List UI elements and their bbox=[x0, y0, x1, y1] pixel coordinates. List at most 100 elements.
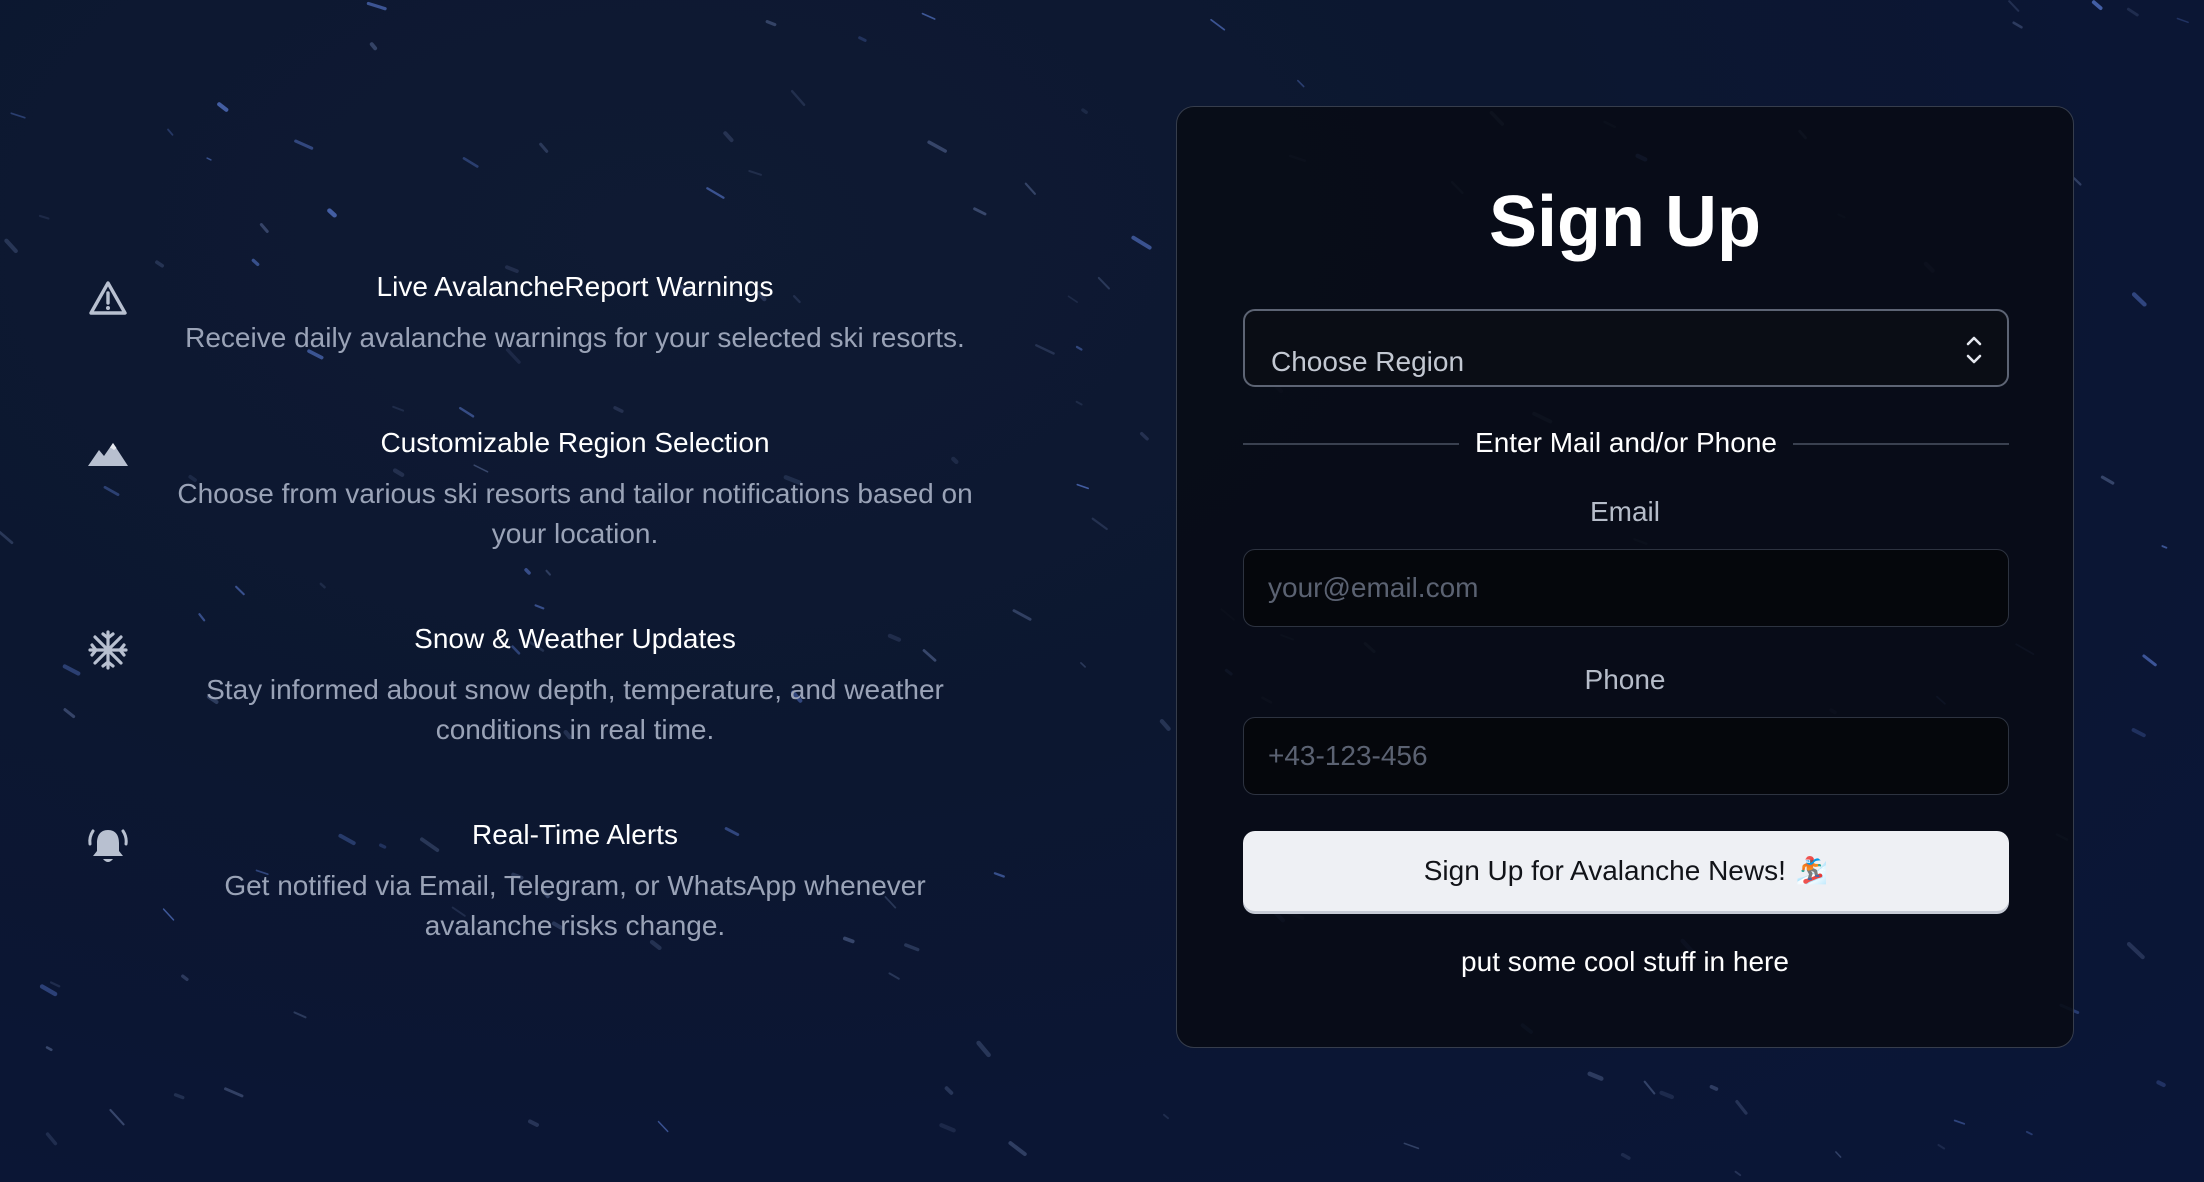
snow-particle bbox=[2131, 292, 2147, 307]
signup-submit-label: Sign Up for Avalanche News! bbox=[1423, 855, 1786, 886]
snow-particle bbox=[366, 1, 387, 11]
snow-particle bbox=[217, 102, 229, 112]
snow-particle bbox=[4, 238, 18, 254]
feature-item-real-time-alerts: Real-Time Alerts Get notified via Email,… bbox=[60, 798, 1000, 958]
feature-title: Customizable Region Selection bbox=[380, 427, 770, 458]
snow-particle bbox=[1210, 18, 1226, 31]
snow-particle bbox=[369, 42, 378, 51]
select-chevrons-icon bbox=[1965, 333, 1983, 367]
snow-particle bbox=[181, 974, 189, 981]
feature-text: Snow & Weather Updates Stay informed abo… bbox=[150, 622, 1000, 750]
snow-particle bbox=[528, 1119, 539, 1127]
email-label: Email bbox=[1589, 496, 1660, 527]
signup-card: Sign Up Choose Region Enter Mail and/or … bbox=[1176, 106, 2074, 1048]
feature-title: Snow & Weather Updates bbox=[414, 623, 736, 654]
snow-particle bbox=[2025, 1130, 2033, 1136]
snow-particle bbox=[921, 12, 936, 20]
snow-particle bbox=[1162, 1113, 1170, 1120]
snow-particle bbox=[2072, 177, 2082, 186]
snow-particle bbox=[1953, 1119, 1966, 1125]
snow-particle bbox=[294, 139, 314, 150]
snow-particle bbox=[224, 1087, 244, 1098]
snow-particle bbox=[1297, 79, 1305, 88]
bell-ringing-icon bbox=[86, 824, 130, 868]
phone-label: Phone bbox=[1584, 664, 1666, 695]
snow-particle bbox=[10, 112, 26, 119]
feature-description: Get notified via Email, Telegram, or Wha… bbox=[224, 870, 926, 941]
region-select[interactable]: Choose Region bbox=[1243, 309, 2009, 387]
feature-item-region-selection: Customizable Region Selection Choose fro… bbox=[60, 406, 1000, 602]
page: Live AvalancheReport Warnings Receive da… bbox=[0, 0, 2204, 1182]
feature-description: Stay informed about snow depth, temperat… bbox=[206, 674, 944, 745]
snow-particle bbox=[173, 1093, 185, 1100]
snow-particle bbox=[1735, 1099, 1748, 1115]
snow-particle bbox=[1403, 1142, 1420, 1150]
snow-particle bbox=[1012, 609, 1032, 621]
snow-particle bbox=[45, 1046, 53, 1052]
signup-title: Sign Up bbox=[1489, 182, 1761, 262]
snow-particle bbox=[2008, 0, 2020, 12]
snow-particle bbox=[45, 1132, 58, 1146]
snow-particle bbox=[1067, 295, 1078, 303]
snow-particle bbox=[1024, 182, 1037, 195]
snow-particle bbox=[1081, 108, 1088, 115]
snow-particle bbox=[1075, 345, 1083, 351]
snow-particle bbox=[1035, 344, 1055, 355]
snow-particle bbox=[1937, 1143, 1946, 1150]
feature-title: Live AvalancheReport Warnings bbox=[376, 271, 774, 302]
region-select-value: Choose Region bbox=[1271, 346, 1465, 377]
snow-particle bbox=[49, 981, 61, 988]
snow-particle bbox=[109, 1108, 125, 1126]
feature-description: Choose from various ski resorts and tail… bbox=[177, 478, 973, 549]
snow-particle bbox=[39, 984, 58, 997]
snow-particle bbox=[706, 187, 725, 199]
feature-item-snow-weather: Snow & Weather Updates Stay informed abo… bbox=[60, 602, 1000, 798]
mountain-icon bbox=[86, 432, 130, 476]
snow-particle bbox=[2126, 941, 2145, 960]
snow-particle bbox=[888, 972, 900, 980]
feature-text: Live AvalancheReport Warnings Receive da… bbox=[150, 270, 1000, 358]
contact-divider: Enter Mail and/or Phone bbox=[1243, 423, 2009, 463]
feature-text: Customizable Region Selection Choose fro… bbox=[150, 426, 1000, 554]
snow-particle bbox=[723, 131, 734, 143]
snow-particle bbox=[1835, 1151, 1842, 1158]
snow-particle bbox=[327, 208, 337, 218]
divider-line bbox=[1793, 443, 2009, 445]
features-list: Live AvalancheReport Warnings Receive da… bbox=[60, 250, 1000, 958]
snow-particle bbox=[748, 170, 762, 176]
snow-particle bbox=[1643, 1080, 1656, 1095]
snow-particle bbox=[976, 1040, 991, 1058]
snow-particle bbox=[167, 128, 174, 136]
snow-particle bbox=[1097, 276, 1110, 290]
feature-title: Real-Time Alerts bbox=[472, 819, 678, 850]
snow-particle bbox=[206, 157, 212, 161]
snow-particle bbox=[927, 140, 947, 153]
email-field[interactable] bbox=[1243, 549, 2009, 627]
snow-particle bbox=[1080, 662, 1086, 668]
snow-particle bbox=[2161, 545, 2168, 549]
snow-particle bbox=[1159, 719, 1171, 731]
snow-particle bbox=[939, 1123, 956, 1133]
snow-particle bbox=[2142, 654, 2157, 667]
snow-particle bbox=[944, 1086, 954, 1095]
snow-particle bbox=[973, 207, 987, 216]
snow-particle bbox=[858, 36, 867, 42]
feature-text: Real-Time Alerts Get notified via Email,… bbox=[150, 818, 1000, 946]
snow-particle bbox=[1131, 235, 1152, 250]
snow-particle bbox=[2131, 728, 2146, 738]
snow-particle bbox=[0, 531, 14, 545]
snow-particle bbox=[2100, 475, 2115, 485]
snow-particle bbox=[1587, 1071, 1604, 1081]
snow-particle bbox=[1620, 1152, 1631, 1160]
snow-particle bbox=[293, 1011, 307, 1019]
phone-field[interactable] bbox=[1243, 717, 2009, 795]
signup-submit-button[interactable]: Sign Up for Avalanche News! 🏂 bbox=[1243, 831, 2009, 911]
snow-particle bbox=[539, 142, 549, 153]
snow-particle bbox=[1076, 483, 1089, 490]
card-footer-text: put some cool stuff in here bbox=[1461, 946, 1789, 977]
snow-particle bbox=[2176, 17, 2189, 24]
snow-particle bbox=[657, 1120, 669, 1133]
snow-particle bbox=[1659, 1090, 1675, 1100]
snow-particle bbox=[1139, 432, 1149, 441]
snow-particle bbox=[38, 214, 50, 220]
